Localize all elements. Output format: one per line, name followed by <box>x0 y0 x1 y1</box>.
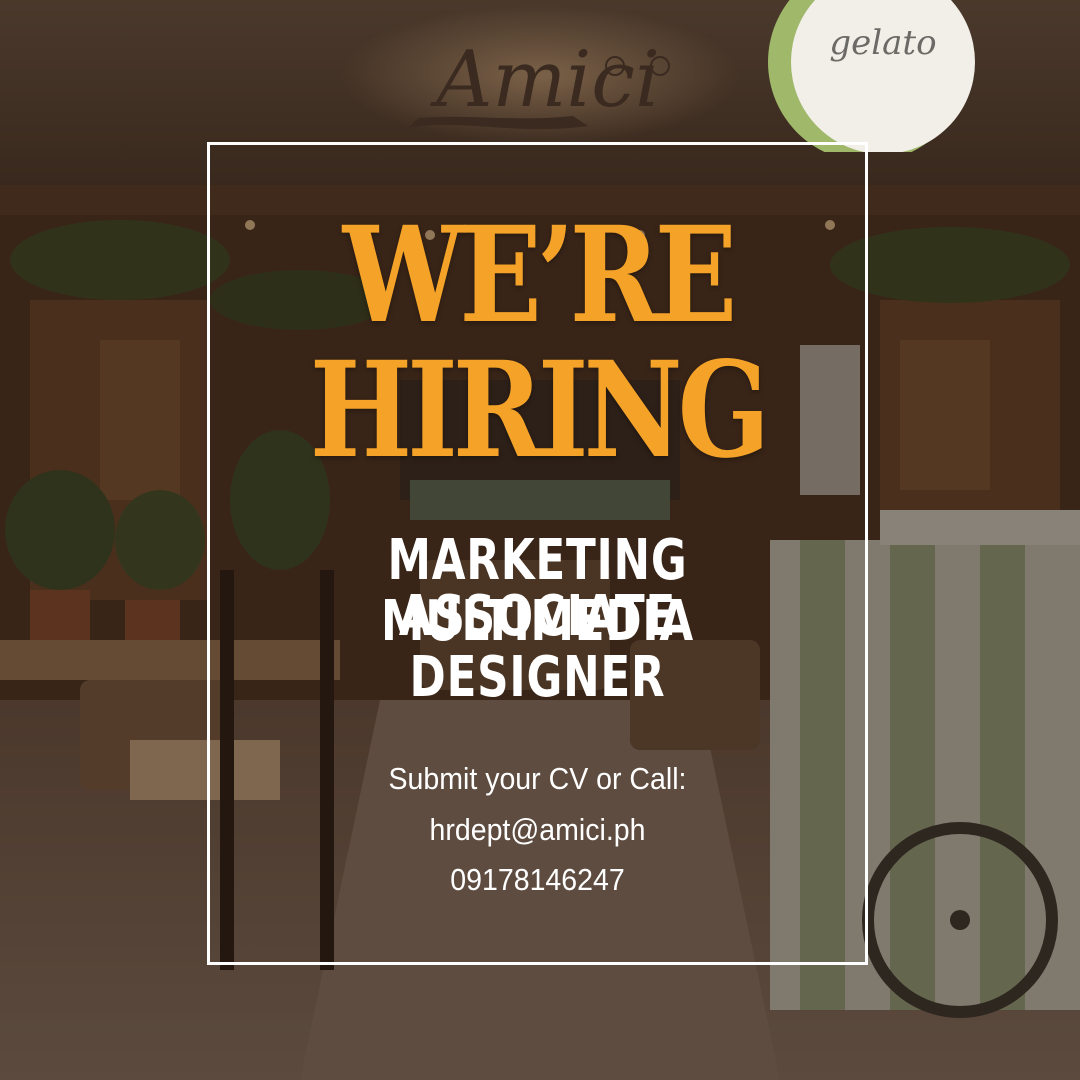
position-multimedia-designer: MULTIMEDIA DESIGNER <box>380 589 694 710</box>
amici-logo: Amici <box>398 18 698 138</box>
svg-text:gelato: gelato <box>829 23 936 63</box>
contact-prompt: Submit your CV or Call: <box>388 761 687 796</box>
headline-hiring: HIRING <box>309 333 770 488</box>
contact-email: hrdept@amici.ph <box>429 812 646 847</box>
gelato-sign: gelato <box>758 0 978 162</box>
svg-text:Amici: Amici <box>430 35 660 125</box>
contact-phone: 09178146247 <box>450 862 625 897</box>
headline-were: WE’RE <box>342 198 738 353</box>
